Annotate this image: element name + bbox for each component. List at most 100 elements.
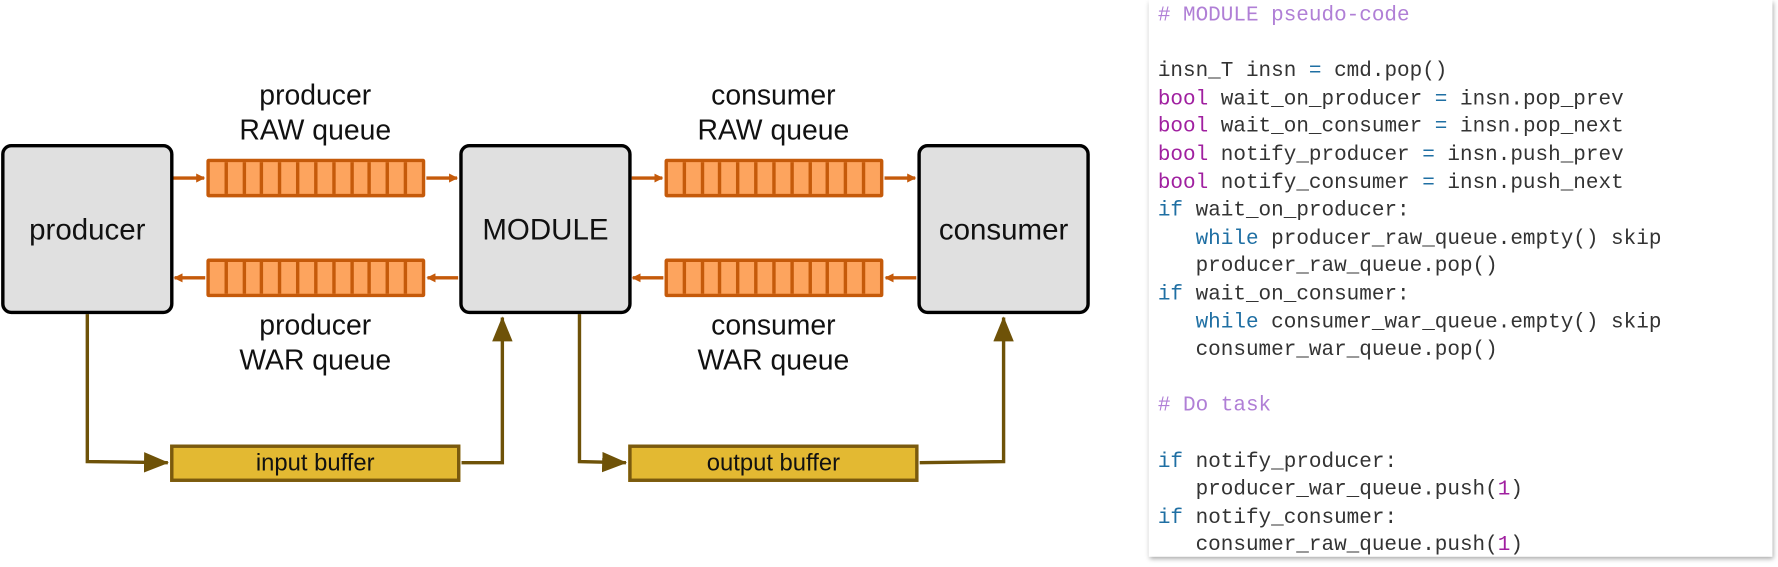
queue-cell bbox=[317, 162, 336, 194]
queue-cell bbox=[210, 162, 228, 194]
code-token: if bbox=[1157, 505, 1184, 530]
queue-cell bbox=[228, 162, 246, 194]
queue-cell bbox=[335, 162, 354, 194]
code-line: bool wait_on_producer = insn.pop_prev bbox=[1158, 86, 1773, 114]
producer-label: producer bbox=[29, 211, 146, 246]
code-line: bool notify_consumer = insn.push_next bbox=[1158, 170, 1773, 198]
queue-cell bbox=[704, 162, 722, 194]
pseudo-code-panel: # MODULE pseudo-code insn_T insn = cmd.po… bbox=[1148, 0, 1773, 560]
code-line: producer_war_queue.push(1) bbox=[1158, 476, 1773, 504]
arrow-module-to-output-buffer bbox=[577, 314, 628, 473]
label-line1: consumer bbox=[711, 79, 836, 112]
producer-node: producer bbox=[1, 144, 174, 315]
code-line: consumer_war_queue.pop() bbox=[1158, 337, 1773, 365]
queue-cell bbox=[389, 261, 408, 294]
queue-cell bbox=[407, 262, 422, 294]
code-token: producer_raw_queue.empty() skip bbox=[1258, 226, 1662, 251]
queue-cell bbox=[847, 162, 866, 194]
producer-raw-queue bbox=[206, 158, 426, 198]
output-buffer: output buffer bbox=[628, 444, 919, 482]
queue-cell bbox=[389, 162, 408, 194]
code-token: wait_on_consumer bbox=[1208, 114, 1435, 139]
queue-cell bbox=[210, 261, 228, 294]
code-token: if bbox=[1157, 198, 1184, 223]
queue-cell bbox=[865, 162, 880, 194]
code-token: insn_T insn bbox=[1157, 59, 1309, 83]
queue-cell bbox=[758, 162, 776, 194]
queue-cell bbox=[353, 261, 372, 294]
input-buffer: input buffer bbox=[170, 444, 461, 482]
code-token: 1 bbox=[1497, 533, 1511, 558]
consumer-label: consumer bbox=[938, 211, 1069, 246]
queue-cell bbox=[228, 261, 246, 294]
code-token: wait_on_producer bbox=[1208, 87, 1435, 111]
queue-cell bbox=[300, 261, 318, 294]
label-line1: consumer bbox=[711, 309, 836, 342]
producer-raw-queue-label: producer RAW queue bbox=[202, 78, 429, 148]
queue-cell bbox=[758, 261, 776, 294]
queue-cell bbox=[335, 261, 354, 294]
code-token: = bbox=[1422, 170, 1435, 195]
code-token: # Do task bbox=[1157, 393, 1272, 418]
queue-cell bbox=[668, 261, 686, 294]
queue-cell bbox=[668, 162, 686, 194]
code-line: if wait_on_consumer: bbox=[1158, 281, 1773, 309]
queue-cell bbox=[686, 162, 704, 194]
code-line: bool notify_producer = insn.push_prev bbox=[1158, 142, 1773, 170]
queue-cell bbox=[776, 261, 794, 294]
queue-cell bbox=[776, 162, 794, 194]
code-token: 1 bbox=[1497, 477, 1511, 502]
code-token: while bbox=[1195, 310, 1259, 334]
label-line2: RAW queue bbox=[697, 114, 850, 147]
code-token: while bbox=[1195, 226, 1259, 251]
arrow-producer-to-input-buffer bbox=[85, 314, 169, 473]
code-line: if notify_producer: bbox=[1158, 448, 1773, 476]
label-line2: WAR queue bbox=[239, 344, 392, 377]
code-token: notify_consumer: bbox=[1183, 505, 1398, 530]
label-line1: producer bbox=[259, 309, 372, 342]
queue-cell bbox=[353, 162, 372, 194]
consumer-war-queue bbox=[664, 258, 884, 298]
code-token: cmd.pop() bbox=[1321, 59, 1448, 83]
code-line: bool wait_on_consumer = insn.pop_next bbox=[1158, 114, 1773, 142]
queue-cell bbox=[829, 162, 848, 194]
code-token: consumer_war_queue.pop() bbox=[1157, 338, 1498, 362]
queue-cell bbox=[407, 162, 422, 194]
code-token: bool bbox=[1157, 114, 1209, 139]
code-token: = bbox=[1434, 87, 1448, 111]
queue-cell bbox=[740, 261, 758, 294]
queue-cell bbox=[300, 162, 318, 194]
code-token: bool bbox=[1157, 170, 1209, 195]
code-token: notify_consumer bbox=[1208, 170, 1423, 195]
queue-cell bbox=[722, 162, 740, 194]
code-line: while producer_raw_queue.empty() skip bbox=[1158, 225, 1773, 253]
code-token: consumer_war_queue.empty() skip bbox=[1258, 310, 1662, 334]
code-token: producer_war_queue.push( bbox=[1157, 477, 1498, 502]
code-token: wait_on_producer: bbox=[1183, 198, 1410, 223]
code-token: notify_producer: bbox=[1183, 449, 1398, 474]
code-line: # Do task bbox=[1158, 393, 1773, 421]
code-token: insn.pop_next bbox=[1447, 114, 1624, 139]
code-token: producer_raw_queue.pop() bbox=[1157, 254, 1498, 279]
queue-cell bbox=[246, 162, 264, 194]
queue-cell bbox=[264, 162, 282, 194]
queue-cell bbox=[847, 261, 866, 294]
code-token: # MODULE pseudo-code bbox=[1157, 3, 1410, 28]
queue-cell bbox=[812, 261, 830, 294]
code-line: consumer_raw_queue.push(1) bbox=[1158, 532, 1773, 560]
code-token: notify_producer bbox=[1208, 142, 1423, 167]
consumer-raw-queue bbox=[664, 158, 884, 198]
queue-cell bbox=[264, 261, 282, 294]
code-token: if bbox=[1157, 282, 1184, 307]
queue-cell bbox=[282, 261, 300, 294]
label-line2: WAR queue bbox=[697, 344, 850, 377]
queue-cell bbox=[794, 162, 812, 194]
producer-war-queue-label: producer WAR queue bbox=[202, 308, 429, 378]
code-token: bool bbox=[1157, 142, 1209, 167]
queue-cell bbox=[371, 261, 390, 294]
